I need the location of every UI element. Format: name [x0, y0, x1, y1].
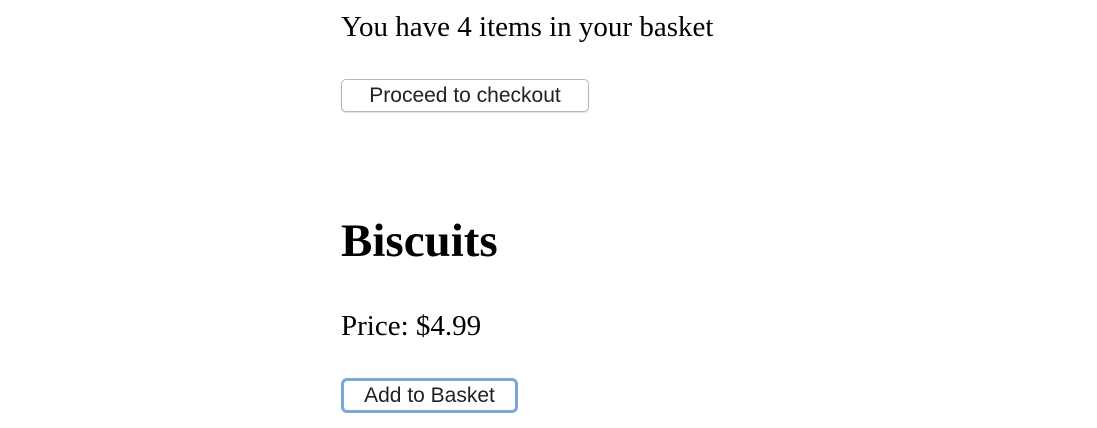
product-title: Biscuits: [341, 215, 498, 267]
basket-summary: You have 4 items in your basket: [341, 11, 714, 43]
proceed-to-checkout-button[interactable]: Proceed to checkout: [341, 79, 589, 112]
product-price: Price: $4.99: [341, 310, 482, 342]
add-to-basket-button[interactable]: Add to Basket: [341, 378, 518, 413]
